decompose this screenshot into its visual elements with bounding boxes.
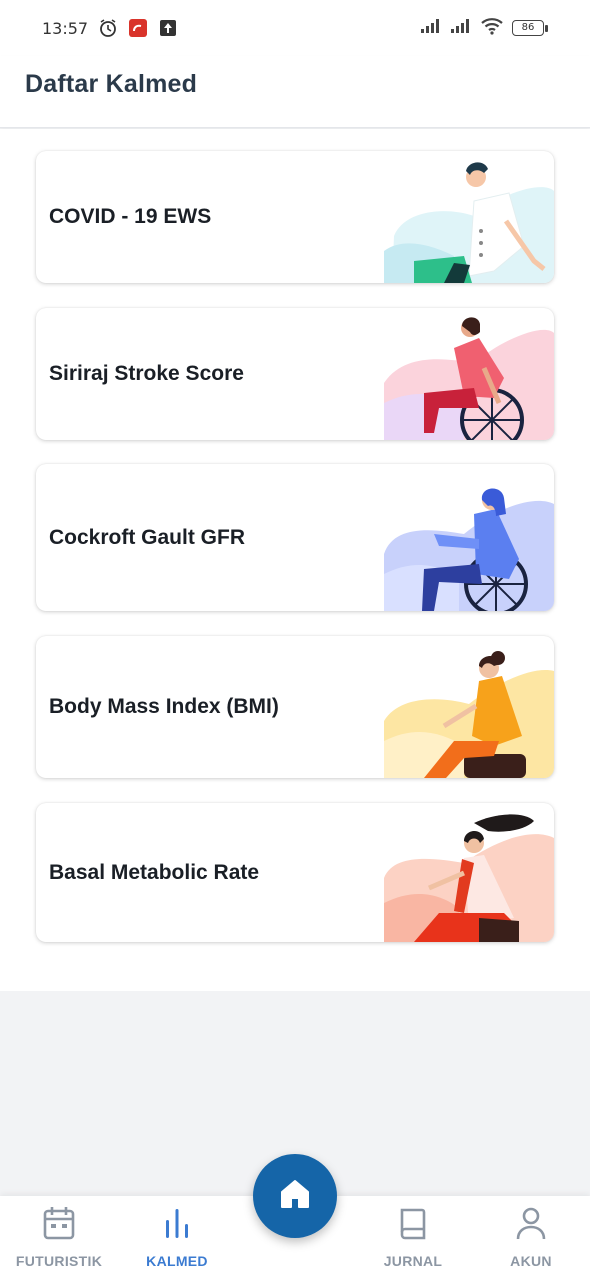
card-siriraj-stroke-score[interactable]: Siriraj Stroke Score [36, 308, 554, 440]
signal-icon [450, 18, 472, 38]
scale-woman-illustration [384, 651, 554, 778]
signal-icon [420, 18, 442, 38]
home-icon [278, 1178, 312, 1215]
status-time: 13:57 [42, 18, 89, 38]
page-title: Daftar Kalmed [25, 70, 198, 98]
bar-chart-icon [161, 1206, 193, 1245]
app-bar: Daftar Kalmed [0, 56, 590, 128]
nav-label: FUTURISTIK [15, 1253, 103, 1269]
card-label: Basal Metabolic Rate [49, 860, 260, 884]
app-notification-icon [128, 18, 148, 38]
nav-item-kalmed[interactable]: KALMED [118, 1206, 236, 1269]
wheelchair-woman-illustration [384, 488, 554, 611]
doctor-illustration [384, 162, 554, 283]
nav-item-akun[interactable]: AKUN [472, 1206, 590, 1269]
upload-icon [158, 18, 178, 38]
card-label: Cockroft Gault GFR [49, 525, 246, 549]
woman-illustration [384, 814, 554, 942]
card-body-mass-index[interactable]: Body Mass Index (BMI) [36, 636, 554, 778]
wheelchair-man-illustration [384, 317, 554, 440]
status-bar: 13:57 86 [0, 0, 590, 56]
wifi-icon [480, 17, 504, 39]
nav-item-jurnal[interactable]: JURNAL [354, 1206, 472, 1269]
card-label: Body Mass Index (BMI) [49, 695, 279, 718]
card-label: Siriraj Stroke Score [49, 362, 244, 385]
alarm-icon [98, 18, 118, 38]
card-basal-metabolic-rate[interactable]: Basal Metabolic Rate [36, 803, 554, 942]
nav-label: KALMED [146, 1253, 208, 1269]
nav-label: AKUN [510, 1253, 552, 1269]
home-button[interactable] [253, 1154, 337, 1238]
nav-label: JURNAL [383, 1253, 443, 1269]
card-cockroft-gault-gfr[interactable]: Cockroft Gault GFR [36, 464, 554, 611]
battery-icon: 86 [512, 20, 548, 36]
calendar-icon [43, 1206, 75, 1245]
book-icon [397, 1206, 429, 1245]
battery-level: 86 [512, 20, 544, 36]
nav-item-futuristik[interactable]: FUTURISTIK [0, 1206, 118, 1269]
card-covid-19-ews[interactable]: COVID - 19 EWS [36, 151, 554, 283]
card-label: COVID - 19 EWS [49, 205, 212, 228]
user-icon [515, 1206, 547, 1245]
